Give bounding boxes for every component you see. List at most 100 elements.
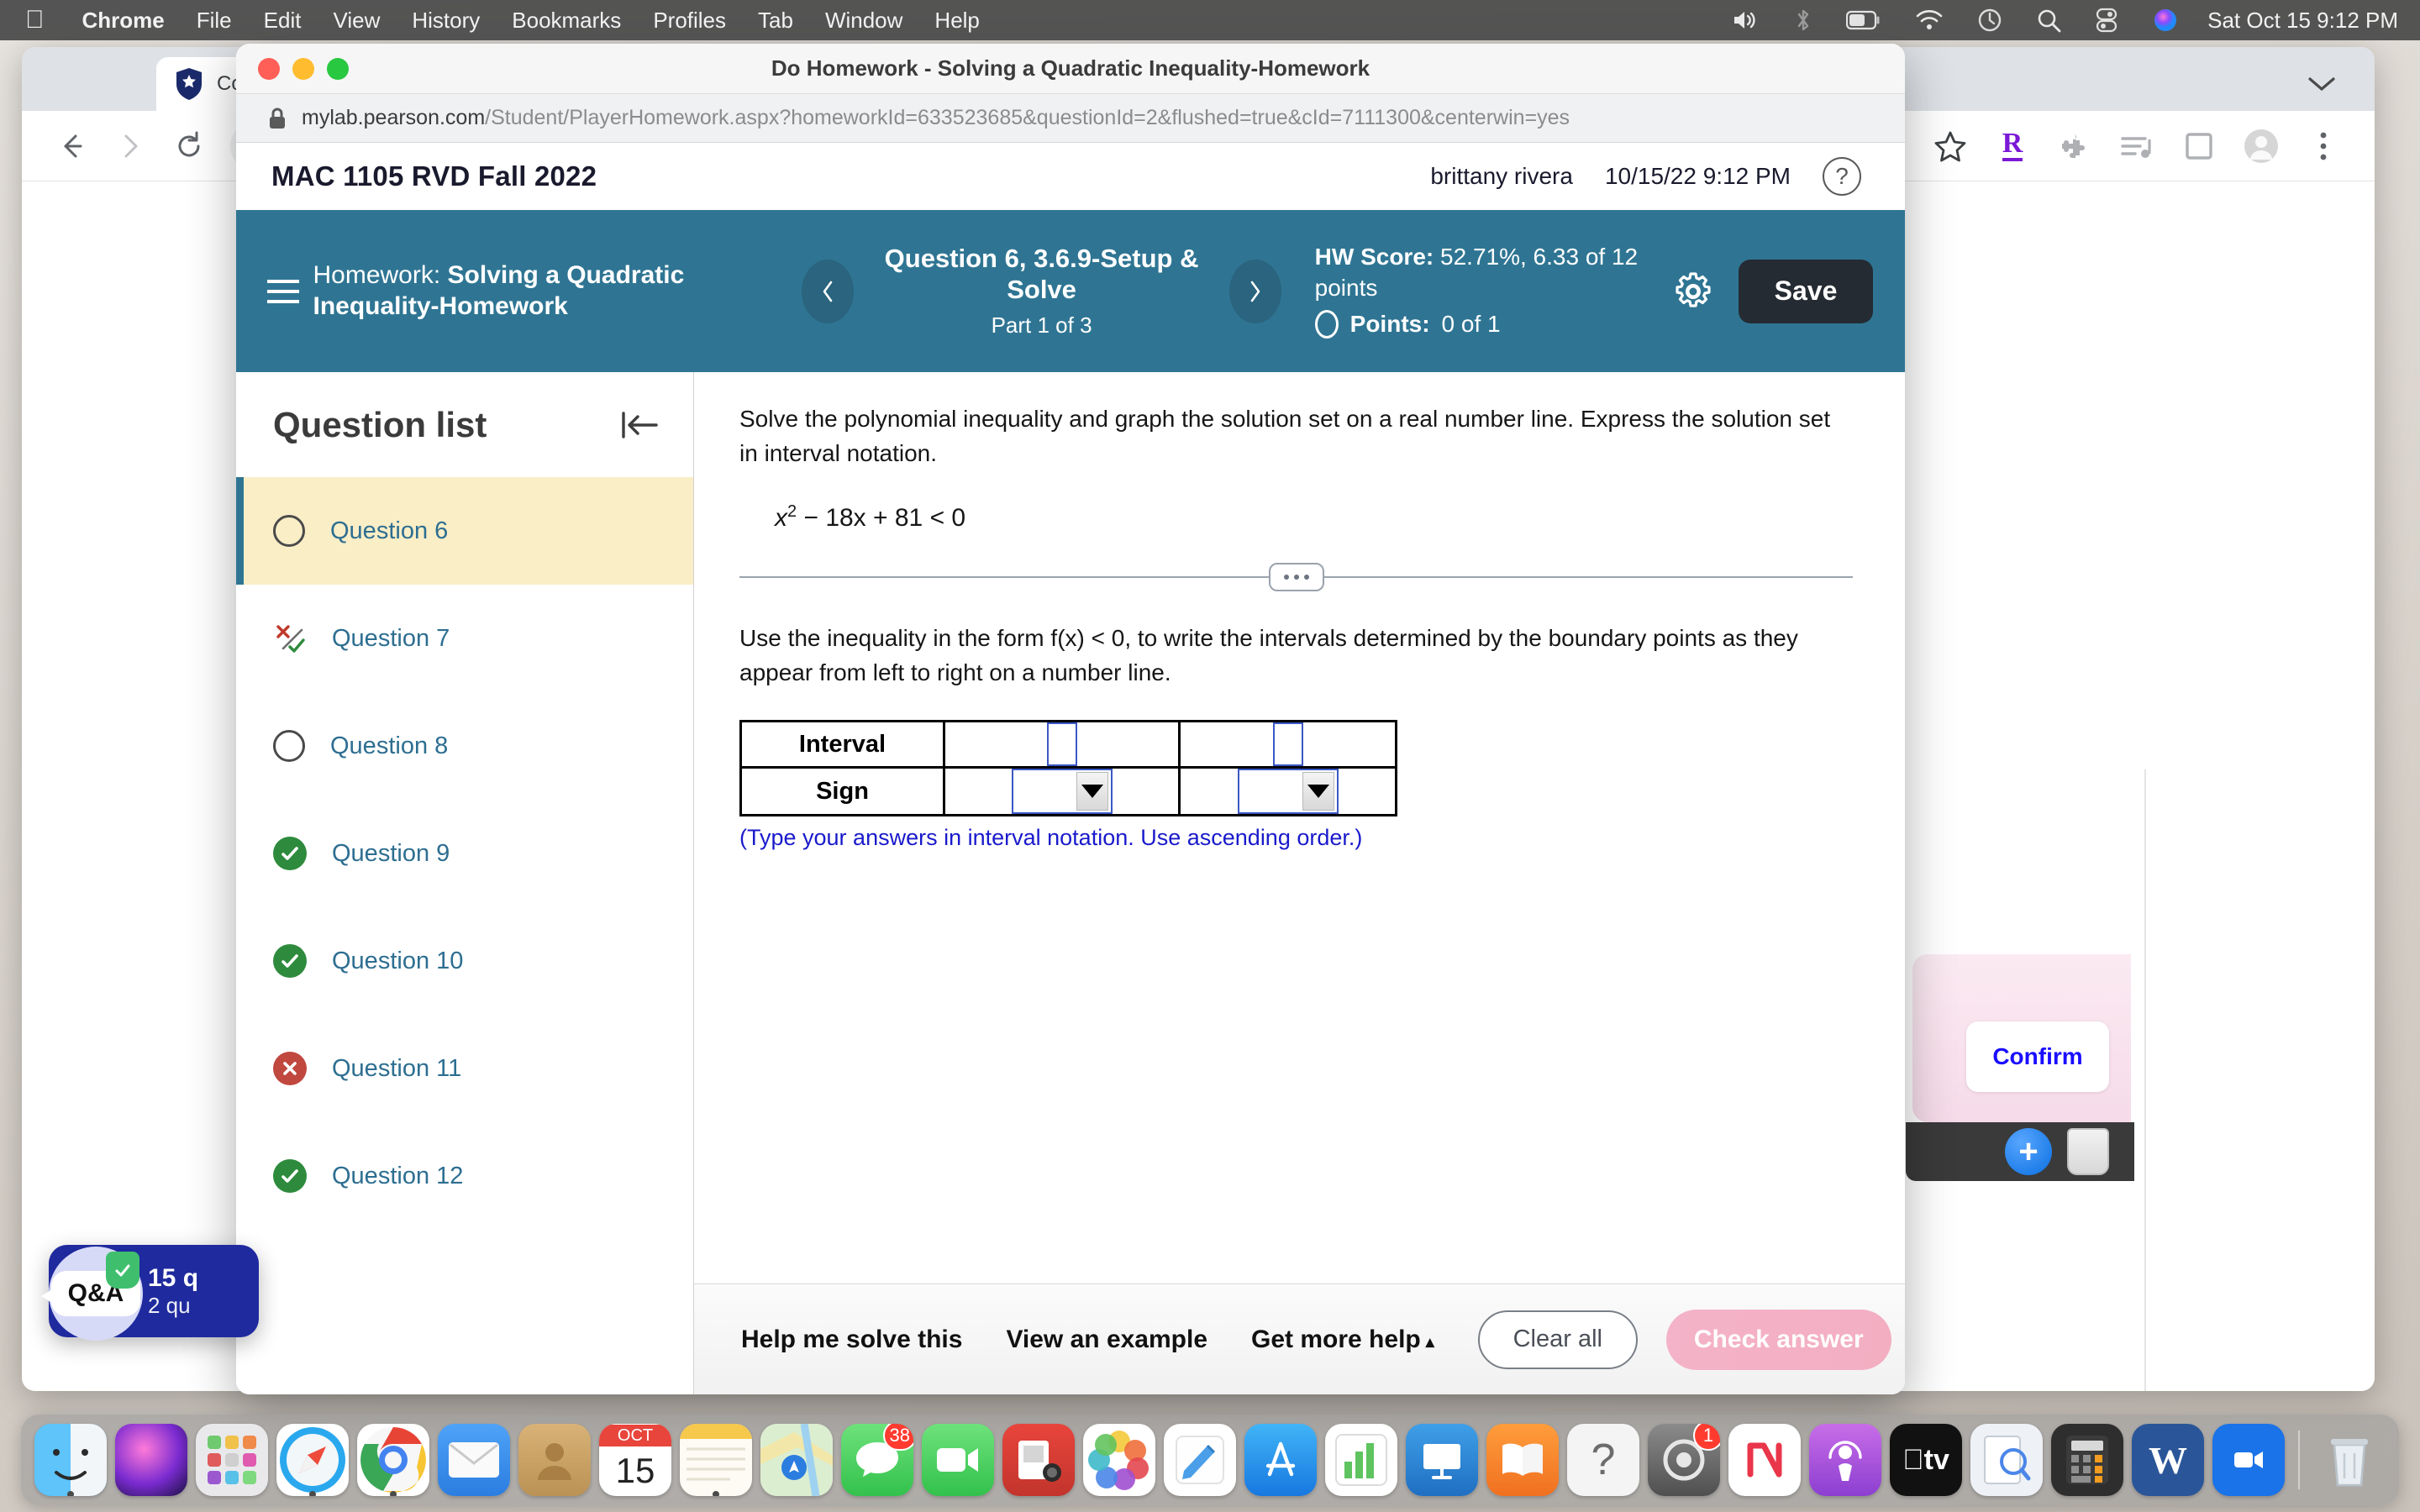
dock-item-help[interactable]: ? [1567, 1424, 1639, 1496]
dock-item-safari[interactable] [276, 1424, 349, 1496]
clear-all-button[interactable]: Clear all [1477, 1310, 1638, 1369]
menu-item-profiles[interactable]: Profiles [637, 8, 742, 34]
collapse-panel-icon[interactable] [619, 408, 660, 442]
reload-icon[interactable] [160, 117, 218, 176]
trash-icon[interactable] [2067, 1128, 2109, 1175]
volume-icon[interactable] [1715, 8, 1777, 32]
menu-item-edit[interactable]: Edit [248, 8, 318, 34]
reading-list-icon[interactable] [2106, 117, 2168, 176]
sidebar-panel-icon[interactable] [2168, 117, 2230, 176]
dock-item-messages[interactable]: 38 [841, 1424, 913, 1496]
menu-item-help[interactable]: Help [918, 8, 995, 34]
dock-item-apple-tv[interactable]: tv [1890, 1424, 1962, 1496]
sign-select-2[interactable] [1237, 769, 1339, 815]
sign-select-1[interactable] [1011, 769, 1113, 815]
sign-select-cell-1[interactable] [943, 766, 1181, 817]
dock-item-notes[interactable] [680, 1424, 752, 1496]
dock-item-photos[interactable] [1083, 1424, 1155, 1496]
sidebar-item-question-9[interactable]: Question 9 [236, 800, 693, 907]
dock-item-freeform[interactable] [1164, 1424, 1236, 1496]
dock-item-keynote[interactable] [1406, 1424, 1478, 1496]
control-center-icon[interactable] [2078, 8, 2135, 33]
confirm-button[interactable]: Confirm [1966, 1021, 2109, 1092]
window-title-bar[interactable]: Do Homework - Solving a Quadratic Inequa… [236, 44, 1905, 94]
dock-item-podcasts[interactable] [1809, 1424, 1881, 1496]
dock-item-app-store[interactable] [1244, 1424, 1317, 1496]
interval-input-2[interactable] [1272, 722, 1303, 767]
chevron-down-icon[interactable] [2307, 71, 2336, 99]
save-button[interactable]: Save [1739, 259, 1873, 323]
bluetooth-icon[interactable] [1777, 8, 1829, 33]
background-toolbar-right[interactable]: R [1857, 117, 2354, 176]
dock-item-word[interactable]: W [2132, 1424, 2204, 1496]
dock-item-numbers[interactable] [1325, 1424, 1397, 1496]
battery-icon[interactable] [1829, 10, 1898, 30]
back-arrow-icon[interactable] [42, 117, 101, 176]
dock-item-chrome[interactable] [357, 1424, 429, 1496]
mac-dock[interactable]: OCT 15 38 ? 1 tv W [21, 1415, 2399, 1505]
dock-item-maps[interactable] [760, 1424, 833, 1496]
dock-item-contacts[interactable] [518, 1424, 591, 1496]
rakuten-icon[interactable]: R [1981, 117, 2044, 176]
view-an-example-button[interactable]: View an example [1006, 1326, 1207, 1354]
time-machine-icon[interactable] [1960, 8, 2019, 33]
sign-select-cell-2[interactable] [1178, 766, 1397, 817]
interval-input-1[interactable] [1046, 722, 1077, 767]
menu-item-history[interactable]: History [396, 8, 496, 34]
check-answer-button[interactable]: Check answer [1665, 1309, 1891, 1370]
dock-item-facetime[interactable] [922, 1424, 994, 1496]
dock-item-photo-booth[interactable] [1002, 1424, 1075, 1496]
forward-arrow-icon[interactable] [101, 117, 160, 176]
qa-floating-widget[interactable]: 15 q 2 qu Q&A [40, 1245, 259, 1341]
menu-bar-status-group[interactable]: Sat Oct 15 9:12 PM [1715, 7, 2420, 34]
traffic-light-buttons[interactable] [236, 57, 349, 80]
mac-menu-bar[interactable]:  Chrome File Edit View History Bookmark… [0, 0, 2420, 40]
qa-circle[interactable]: Q&A [40, 1247, 143, 1341]
profile-avatar-icon[interactable] [2230, 117, 2292, 176]
sidebar-item-question-6[interactable]: Question 6 [236, 477, 693, 585]
chrome-menu-icon[interactable] [2292, 117, 2354, 176]
dock-item-preview[interactable] [1970, 1424, 2043, 1496]
extensions-puzzle-icon[interactable] [2044, 117, 2106, 176]
dock-item-news[interactable] [1728, 1424, 1801, 1496]
close-button[interactable] [258, 57, 280, 80]
siri-icon[interactable] [2135, 7, 2196, 34]
sidebar-item-question-12[interactable]: Question 12 [236, 1122, 693, 1230]
sidebar-item-question-7[interactable]: Question 7 [236, 585, 693, 692]
menu-item-bookmarks[interactable]: Bookmarks [496, 8, 637, 34]
dock-item-launchpad[interactable] [196, 1424, 268, 1496]
zoom-button[interactable] [327, 57, 349, 80]
sidebar-item-question-10[interactable]: Question 10 [236, 907, 693, 1015]
dock-item-calendar[interactable]: OCT 15 [599, 1424, 671, 1496]
dock-item-mail[interactable] [438, 1424, 510, 1496]
dock-item-books[interactable] [1486, 1424, 1559, 1496]
dock-item-siri[interactable] [115, 1424, 187, 1496]
address-bar[interactable]: mylab.pearson.com/Student/PlayerHomework… [236, 94, 1905, 143]
spotlight-search-icon[interactable] [2019, 8, 2078, 33]
add-plus-icon[interactable]: + [2005, 1128, 2052, 1175]
menu-bar-clock[interactable]: Sat Oct 15 9:12 PM [2196, 8, 2398, 34]
menu-item-window[interactable]: Window [809, 8, 918, 34]
previous-question-button[interactable] [802, 259, 855, 323]
dropdown-arrow-icon[interactable] [1076, 772, 1108, 811]
expand-dots-icon[interactable] [1268, 563, 1324, 592]
wifi-icon[interactable] [1898, 9, 1960, 31]
interval-input-cell-1[interactable] [943, 720, 1181, 769]
help-me-solve-this-button[interactable]: Help me solve this [741, 1326, 962, 1354]
dock-item-zoom[interactable] [2212, 1424, 2285, 1496]
menu-item-tab[interactable]: Tab [742, 8, 809, 34]
question-mark-help-icon[interactable]: ? [1823, 157, 1861, 196]
get-more-help-button[interactable]: Get more help ▴ [1251, 1326, 1434, 1354]
hamburger-menu-icon[interactable] [258, 279, 313, 303]
dock-item-system-settings[interactable]: 1 [1648, 1424, 1720, 1496]
interval-input-cell-2[interactable] [1178, 720, 1397, 769]
sidebar-item-question-8[interactable]: Question 8 [236, 692, 693, 800]
menu-item-view[interactable]: View [317, 8, 396, 34]
minimize-button[interactable] [292, 57, 314, 80]
url-text[interactable]: mylab.pearson.com/Student/PlayerHomework… [302, 106, 1570, 130]
sidebar-item-question-11[interactable]: Question 11 [236, 1015, 693, 1122]
dock-item-calculator[interactable] [2051, 1424, 2123, 1496]
homework-browser-window[interactable]: Do Homework - Solving a Quadratic Inequa… [236, 44, 1905, 1394]
menu-item-file[interactable]: File [181, 8, 248, 34]
dropdown-arrow-icon[interactable] [1302, 772, 1334, 811]
